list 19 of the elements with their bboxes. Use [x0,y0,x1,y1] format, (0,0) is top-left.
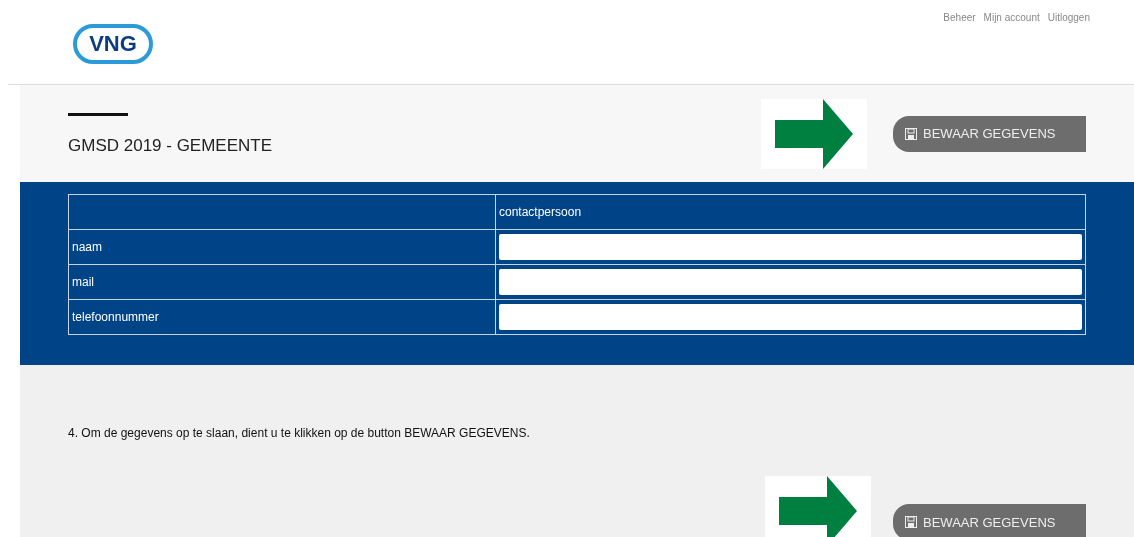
instruction-text: 4. Om de gegevens op te slaan, dient u te klikken op de button BEWAAR GEGEVENS. [68,426,531,440]
save-button[interactable]: BEWAAR GEGEVENS [893,115,1086,152]
column-header: contactpersoon [495,194,1086,230]
row-label: naam [68,229,496,265]
arrow-icon [779,476,857,537]
row-label: mail [68,264,496,300]
input-field[interactable] [499,269,1082,295]
save-button[interactable]: BEWAAR GEGEVENS [893,504,1086,537]
nav-link[interactable]: Uitloggen [1047,12,1090,84]
nav-link[interactable]: Mijn account [983,12,1040,84]
input-field[interactable] [499,304,1082,330]
logo[interactable]: VNG [73,24,153,64]
floppy-icon [905,127,917,140]
page-title: GMSD 2019 - GEMEENTE [68,136,273,156]
input-field[interactable] [499,234,1082,260]
row-label: telefoonnummer [68,299,496,335]
arrow-icon [775,98,853,169]
floppy-icon [905,516,917,528]
nav-link[interactable]: Beheer [943,12,976,84]
